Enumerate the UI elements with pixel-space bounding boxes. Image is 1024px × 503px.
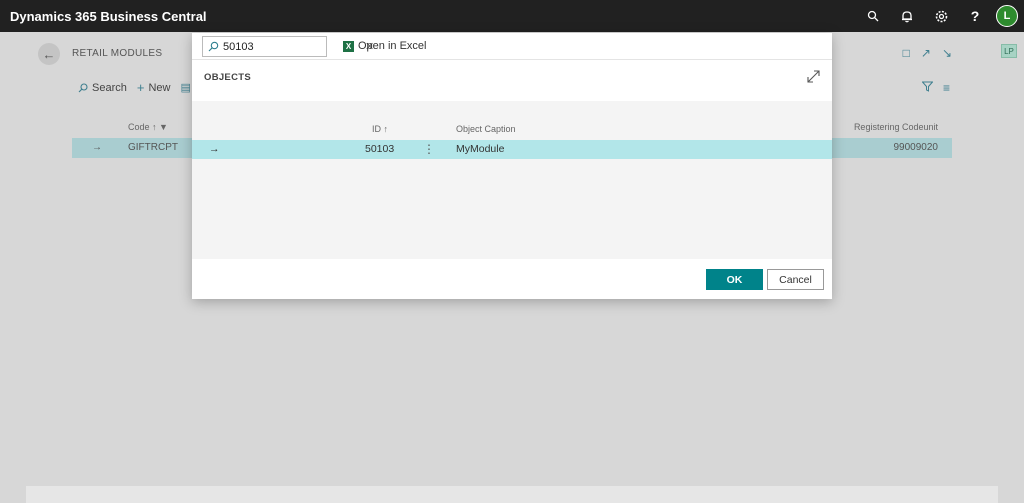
filter-icon[interactable] — [921, 81, 934, 95]
dialog-title: OBJECTS — [204, 72, 251, 83]
row-menu-icon[interactable]: ⋮ — [423, 142, 435, 156]
bell-icon[interactable] — [890, 0, 924, 32]
row-code[interactable]: GIFTRCPT — [128, 142, 178, 153]
page-title: RETAIL MODULES — [72, 48, 163, 59]
column-header-object-caption[interactable]: Object Caption — [456, 124, 516, 134]
search-action-label: Search — [92, 81, 127, 94]
search-icon — [208, 41, 219, 52]
list-actions: ≡ — [921, 81, 950, 95]
dialog-footer: OK Cancel — [192, 259, 832, 299]
row-object-caption: MyModule — [456, 143, 505, 155]
row-registering-codeunit: 99009020 — [893, 142, 939, 153]
right-strip — [998, 32, 1024, 503]
help-icon[interactable]: ? — [958, 0, 992, 32]
column-header-code-label: Code — [128, 122, 150, 132]
column-header-id[interactable]: ID ↑ — [372, 124, 388, 134]
open-in-excel-button[interactable]: X Open in Excel — [343, 40, 426, 52]
background-toolbar: Search + New ▤ — [78, 80, 191, 95]
row-id[interactable]: 50103 — [365, 143, 394, 155]
side-badge[interactable]: LP — [1001, 44, 1017, 58]
column-header-code[interactable]: Code ↑ ▼ — [128, 122, 168, 132]
bottom-bar — [26, 486, 998, 503]
column-header-registering-codeunit[interactable]: Registering Codeunit — [854, 122, 938, 132]
column-header-id-label: ID — [372, 124, 381, 134]
new-action[interactable]: + New — [137, 80, 171, 95]
grid-column-headers: ID ↑ Object Caption — [192, 124, 832, 138]
cancel-button[interactable]: Cancel — [767, 269, 824, 290]
divider — [192, 59, 832, 60]
app-title: Dynamics 365 Business Central — [10, 8, 207, 24]
search-icon[interactable] — [856, 0, 890, 32]
avatar[interactable]: L — [996, 5, 1018, 27]
collapse-icon[interactable]: ↘ — [942, 46, 952, 60]
table-row[interactable]: → 50103 ⋮ MyModule — [192, 140, 832, 159]
app-bar: Dynamics 365 Business Central ? L — [0, 0, 1024, 32]
expand-icon[interactable] — [807, 70, 820, 86]
bookmark-icon[interactable]: □ — [903, 46, 910, 60]
row-arrow-icon: → — [92, 142, 102, 153]
view-options-icon[interactable]: ≡ — [943, 81, 950, 95]
ok-button[interactable]: OK — [706, 269, 763, 290]
app-bar-icons: ? L — [856, 0, 1024, 32]
open-new-window-icon[interactable]: ↗ — [921, 46, 931, 60]
new-action-label: New — [148, 81, 171, 94]
search-icon — [78, 82, 88, 92]
plus-icon: + — [136, 80, 145, 95]
search-action[interactable]: Search — [78, 82, 127, 94]
list-icon[interactable]: ▤ — [180, 81, 190, 94]
row-arrow-icon: → — [209, 143, 220, 155]
open-in-excel-label: Open in Excel — [358, 40, 427, 52]
search-box[interactable]: ✕ — [202, 36, 374, 57]
objects-lookup-dialog: ✕ X Open in Excel OBJECTS ID ↑ Object Ca… — [192, 33, 832, 299]
page-actions: □ ↗ ↘ — [903, 46, 952, 60]
gear-icon[interactable] — [924, 0, 958, 32]
excel-icon: X — [343, 40, 354, 52]
left-strip — [0, 32, 26, 503]
back-arrow-icon[interactable]: ← — [38, 43, 60, 65]
